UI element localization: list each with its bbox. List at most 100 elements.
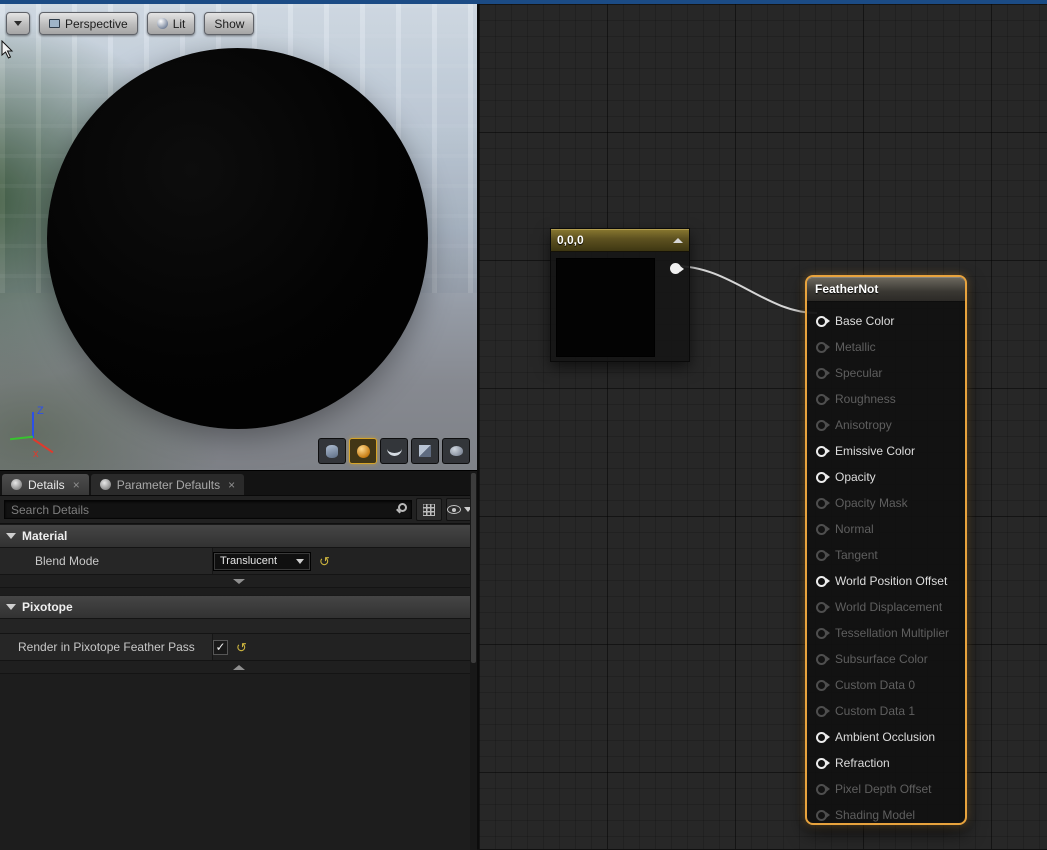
pin-icon[interactable] xyxy=(816,472,827,483)
pin-world-position-offset[interactable]: World Position Offset xyxy=(807,568,965,594)
reset-to-default-icon[interactable]: ↺ xyxy=(236,641,247,654)
pin-icon[interactable] xyxy=(816,498,827,509)
property-matrix-button[interactable] xyxy=(416,498,442,521)
section-header-pixotope[interactable]: Pixotope xyxy=(0,595,477,619)
blend-mode-selected-value: Translucent xyxy=(220,555,277,567)
pin-icon[interactable] xyxy=(816,342,827,353)
tab-details-label: Details xyxy=(28,478,65,492)
sphere-icon xyxy=(357,445,370,458)
preview-sphere xyxy=(47,48,428,429)
pin-icon[interactable] xyxy=(816,550,827,561)
pin-tessellation-multiplier[interactable]: Tessellation Multiplier xyxy=(807,620,965,646)
pin-icon[interactable] xyxy=(816,394,827,405)
pin-icon[interactable] xyxy=(816,732,827,743)
pin-icon[interactable] xyxy=(816,706,827,717)
details-tab-icon xyxy=(11,479,22,490)
output-node-header[interactable]: FeatherNot xyxy=(807,277,965,302)
pin-icon[interactable] xyxy=(816,810,827,821)
pin-icon[interactable] xyxy=(816,758,827,769)
material-output-node[interactable]: FeatherNot Base Color Metallic Specular … xyxy=(805,275,967,825)
details-scrollbar[interactable] xyxy=(470,471,477,850)
preview-shape-plane-button[interactable] xyxy=(380,438,408,464)
pin-icon[interactable] xyxy=(816,576,827,587)
pin-anisotropy[interactable]: Anisotropy xyxy=(807,412,965,438)
pin-icon[interactable] xyxy=(816,368,827,379)
pin-metallic[interactable]: Metallic xyxy=(807,334,965,360)
preview-shape-cube-button[interactable] xyxy=(411,438,439,464)
chevron-down-icon xyxy=(14,21,22,26)
feather-pass-checkbox[interactable]: ✓ xyxy=(213,640,228,655)
pin-icon[interactable] xyxy=(816,524,827,535)
pin-icon[interactable] xyxy=(816,446,827,457)
pin-opacity-mask[interactable]: Opacity Mask xyxy=(807,490,965,516)
pin-shading-model[interactable]: Shading Model xyxy=(807,802,965,828)
pin-label: World Displacement xyxy=(835,600,942,614)
pin-icon[interactable] xyxy=(816,628,827,639)
pin-normal[interactable]: Normal xyxy=(807,516,965,542)
pin-base-color[interactable]: Base Color xyxy=(807,308,965,334)
view-options-button[interactable] xyxy=(446,498,473,521)
preview-shape-cylinder-button[interactable] xyxy=(318,438,346,464)
pin-label: World Position Offset xyxy=(835,574,947,588)
lit-button[interactable]: Lit xyxy=(147,12,196,35)
tab-parameter-defaults[interactable]: Parameter Defaults × xyxy=(91,474,244,495)
perspective-button[interactable]: Perspective xyxy=(39,12,138,35)
section-gap xyxy=(0,588,477,595)
constant-color-node[interactable]: 0,0,0 xyxy=(550,228,690,361)
z-axis-line xyxy=(32,412,34,438)
y-axis-line xyxy=(10,436,33,440)
close-icon[interactable]: × xyxy=(73,478,80,492)
section-title-material: Material xyxy=(22,529,67,543)
blend-mode-dropdown[interactable]: Translucent xyxy=(213,552,311,571)
pin-emissive-color[interactable]: Emissive Color xyxy=(807,438,965,464)
grid-icon xyxy=(423,504,435,516)
pin-subsurface-color[interactable]: Subsurface Color xyxy=(807,646,965,672)
search-icon xyxy=(398,503,407,512)
preview-shape-teapot-button[interactable] xyxy=(442,438,470,464)
viewport-options-button[interactable] xyxy=(6,12,30,35)
reset-to-default-icon[interactable]: ↺ xyxy=(319,555,330,568)
expanded-arrow-icon xyxy=(6,533,16,539)
preview-shape-sphere-button[interactable] xyxy=(349,438,377,464)
pin-refraction[interactable]: Refraction xyxy=(807,750,965,776)
search-input[interactable] xyxy=(4,500,412,519)
pin-label: Tangent xyxy=(835,548,878,562)
parameter-defaults-tab-icon xyxy=(100,479,111,490)
blend-mode-label: Blend Mode xyxy=(0,548,213,574)
pin-label: Specular xyxy=(835,366,882,380)
preview-viewport[interactable]: Perspective Lit Show Z x xyxy=(0,4,477,470)
pin-ambient-occlusion[interactable]: Ambient Occlusion xyxy=(807,724,965,750)
pin-opacity[interactable]: Opacity xyxy=(807,464,965,490)
pin-roughness[interactable]: Roughness xyxy=(807,386,965,412)
pin-specular[interactable]: Specular xyxy=(807,360,965,386)
pin-custom-data-1[interactable]: Custom Data 1 xyxy=(807,698,965,724)
teapot-icon xyxy=(450,446,463,456)
show-button[interactable]: Show xyxy=(204,12,254,35)
material-graph-canvas[interactable]: 0,0,0 FeatherNot Base Color Metallic Spe… xyxy=(477,4,1047,849)
constant-node-header[interactable]: 0,0,0 xyxy=(550,228,690,252)
pin-custom-data-0[interactable]: Custom Data 0 xyxy=(807,672,965,698)
scrollbar-thumb[interactable] xyxy=(471,473,476,663)
pin-icon[interactable] xyxy=(816,654,827,665)
constant-output-pin[interactable] xyxy=(670,263,681,274)
show-label: Show xyxy=(214,17,244,31)
pin-label: Emissive Color xyxy=(835,444,915,458)
color-swatch[interactable] xyxy=(556,258,655,357)
pin-icon[interactable] xyxy=(816,602,827,613)
pin-pixel-depth-offset[interactable]: Pixel Depth Offset xyxy=(807,776,965,802)
pin-tangent[interactable]: Tangent xyxy=(807,542,965,568)
material-section-splitter[interactable] xyxy=(0,575,477,588)
pin-world-displacement[interactable]: World Displacement xyxy=(807,594,965,620)
pin-label: Normal xyxy=(835,522,874,536)
pin-icon[interactable] xyxy=(816,784,827,795)
pixotope-section-splitter[interactable] xyxy=(0,661,477,674)
pin-icon[interactable] xyxy=(816,316,827,327)
plane-icon xyxy=(387,447,402,456)
collapse-icon[interactable] xyxy=(673,238,683,243)
close-icon[interactable]: × xyxy=(228,478,235,492)
pin-icon[interactable] xyxy=(816,680,827,691)
tab-parameter-defaults-label: Parameter Defaults xyxy=(117,478,220,492)
section-header-material[interactable]: Material xyxy=(0,524,477,548)
pin-icon[interactable] xyxy=(816,420,827,431)
tab-details[interactable]: Details × xyxy=(2,474,89,495)
